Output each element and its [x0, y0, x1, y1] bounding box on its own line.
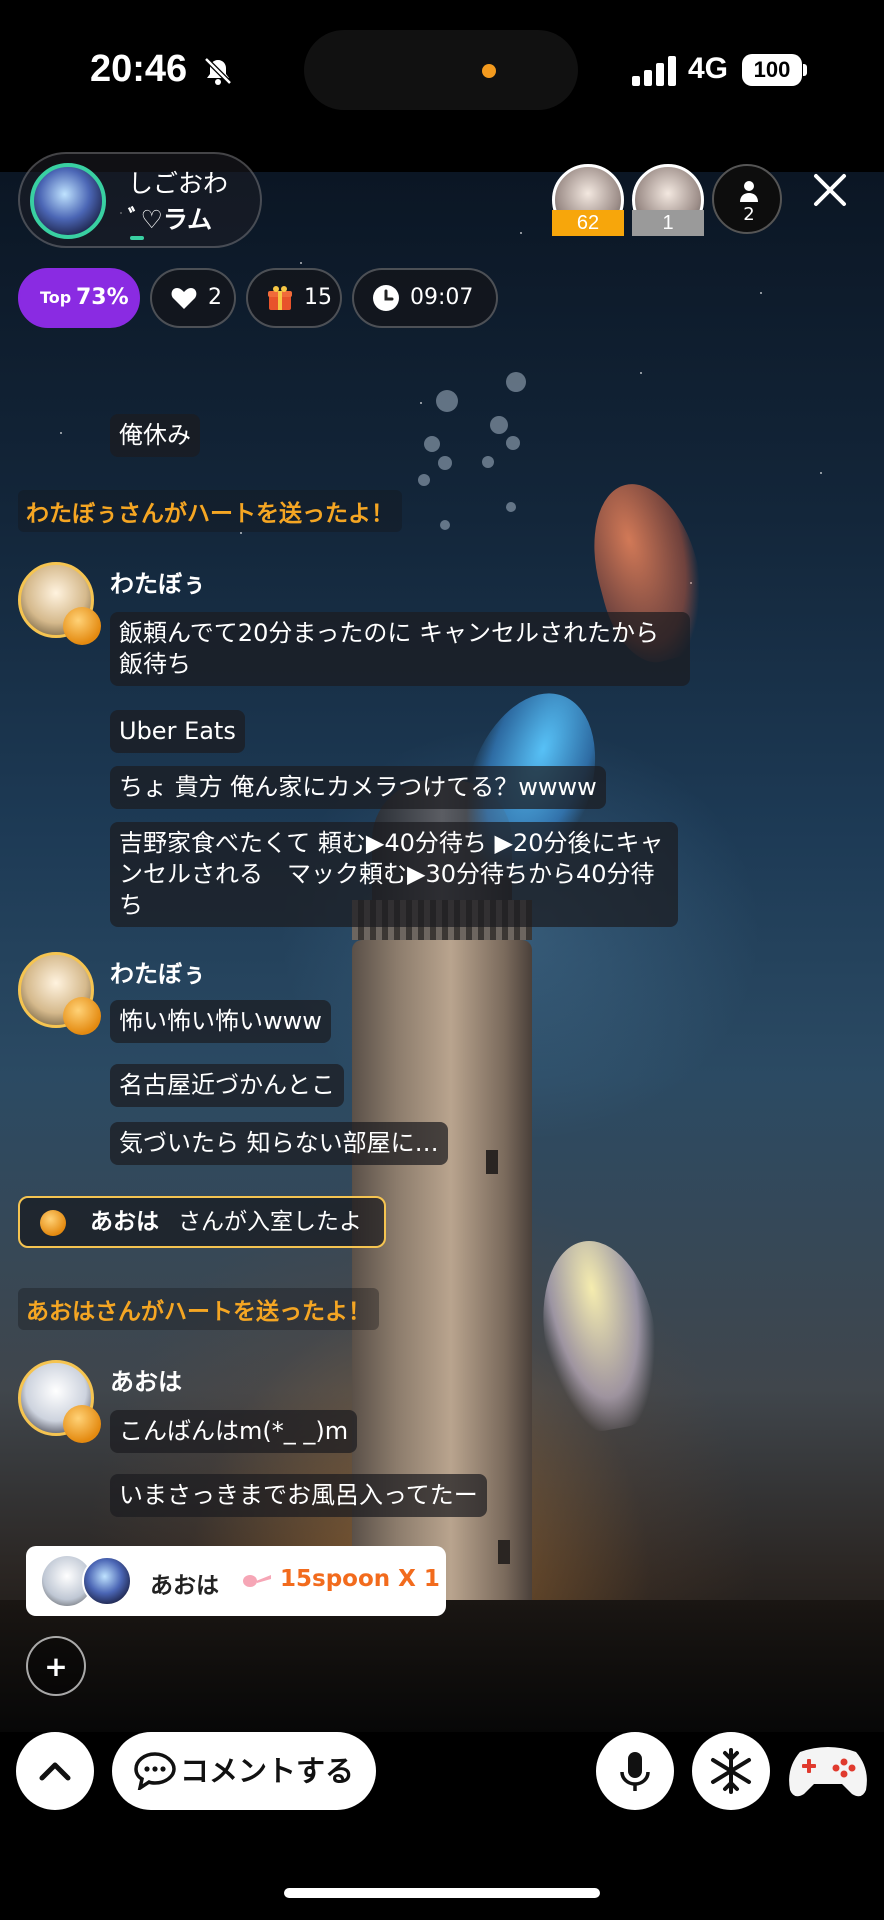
lighthouse-window	[498, 1540, 510, 1564]
top-listener-badge-2: 1	[632, 210, 704, 236]
add-button[interactable]: +	[26, 1636, 86, 1696]
heart-count: 2	[208, 285, 222, 310]
expand-button[interactable]	[16, 1732, 94, 1810]
chat-message: いまさっきまでお風呂入ってたー	[110, 1474, 487, 1517]
join-username[interactable]: あおは	[90, 1198, 159, 1246]
clock: 20:46	[90, 48, 188, 90]
battery-icon: 100	[742, 54, 802, 86]
game-controller-icon[interactable]	[786, 1738, 870, 1804]
comment-button[interactable]: コメントする	[112, 1732, 376, 1810]
listener-count-button[interactable]: 2	[712, 164, 782, 234]
gift-icon	[268, 286, 292, 310]
bubble	[424, 436, 440, 452]
bubble	[440, 520, 450, 530]
join-text: さんが入室したよ	[178, 1209, 362, 1235]
microphone-icon	[620, 1752, 650, 1791]
gift-notice-card: あおは 15spoon X 1	[26, 1546, 446, 1616]
chat-avatar[interactable]	[18, 952, 101, 1035]
star	[60, 432, 62, 434]
bubble	[438, 456, 452, 470]
chat-message: 飯頼んでて20分まったのに キャンセルされたから飯待ち	[110, 612, 690, 686]
star	[640, 372, 642, 374]
status-bar: 20:46 4G 100	[0, 0, 884, 172]
snowflake-icon	[711, 1748, 751, 1794]
medal-icon	[40, 1210, 66, 1236]
camera-indicator	[482, 64, 496, 78]
bubble	[482, 456, 494, 468]
chat-message: 名古屋近づかんとこ	[110, 1064, 344, 1107]
join-notice: あおは さんが入室したよ	[18, 1196, 386, 1248]
top-rank-label: Top	[40, 288, 72, 307]
chat-message: Uber Eats	[110, 710, 245, 753]
home-indicator[interactable]	[284, 1888, 600, 1898]
chat-message: ちょ 貴方 俺ん家にカメラつけてる？wwww	[110, 766, 606, 809]
system-heart-notice: あおはさんがハートを送ったよ！	[18, 1288, 379, 1330]
top-listener-badge-1: 62	[552, 210, 624, 236]
gift-sender-name: あおは	[150, 1573, 219, 1599]
star	[300, 262, 302, 264]
gift-amount: 15spoon X 1	[280, 1566, 440, 1592]
listener-count: 2	[743, 204, 755, 225]
chat-avatar[interactable]	[18, 562, 101, 645]
receiver-avatar	[82, 1556, 132, 1606]
chat-bubble-icon	[134, 1752, 176, 1790]
top-rank-pill[interactable]: Top 73%	[18, 268, 140, 328]
chat-message: 気づいたら 知らない部屋に…	[110, 1122, 448, 1165]
lighthouse-window	[486, 1150, 498, 1174]
chat-avatar[interactable]	[18, 1360, 101, 1443]
elapsed-time: 09:07	[410, 285, 474, 310]
live-room-screen: 20:46 4G 100 しごおわ ﾞ♡ラム 62 1 2 Top 73% 2 …	[0, 0, 884, 1920]
chat-message: 俺休み	[110, 414, 200, 457]
top-rank-value: 73%	[76, 285, 129, 310]
chat-username[interactable]: わたぼぅ	[110, 564, 206, 599]
host-avatar[interactable]	[30, 163, 106, 239]
host-name: しごおわ	[128, 169, 229, 198]
medal-icon	[63, 997, 101, 1035]
mic-button[interactable]	[596, 1732, 674, 1810]
bubble	[436, 390, 458, 412]
bubble	[506, 372, 526, 392]
chat-message: こんばんはm(*_ _)m	[110, 1410, 358, 1453]
host-subtitle: ﾞ♡ラム	[128, 205, 213, 234]
star	[820, 472, 822, 474]
host-level-bar	[130, 236, 144, 240]
chevron-up-icon	[39, 1762, 71, 1781]
network-type: 4G	[688, 52, 729, 85]
person-icon	[740, 181, 758, 202]
system-heart-notice: わたぼぅさんがハートを送ったよ！	[18, 490, 402, 532]
heart-count-pill[interactable]: 2	[150, 268, 236, 328]
bell-mute-icon	[204, 57, 232, 85]
bubble	[490, 416, 508, 434]
heart-icon	[171, 288, 197, 309]
host-profile-card[interactable]: しごおわ ﾞ♡ラム	[18, 152, 262, 248]
effects-button[interactable]	[692, 1732, 770, 1810]
medal-icon	[63, 1405, 101, 1443]
ground-silhouette	[0, 1600, 884, 1732]
medal-icon	[63, 607, 101, 645]
bubble	[418, 474, 430, 486]
chat-message: 吉野家食べたくて 頼む▶40分待ち ▶20分後にキャンセルされる マック頼む▶3…	[110, 822, 678, 927]
chat-message: 怖い怖い怖いwww	[110, 1000, 331, 1043]
spoon-icon	[243, 1575, 271, 1587]
elapsed-time-pill[interactable]: 09:07	[352, 268, 498, 328]
dynamic-island	[304, 30, 578, 110]
plus-icon: +	[44, 1650, 68, 1683]
star	[240, 532, 242, 534]
battery-tip	[803, 64, 807, 76]
gift-count-pill[interactable]: 15	[246, 268, 342, 328]
bubble	[506, 502, 516, 512]
signal-icon	[632, 56, 676, 86]
chat-username[interactable]: あおは	[110, 1362, 182, 1397]
star	[420, 402, 422, 404]
bubble	[506, 436, 520, 450]
gift-count: 15	[304, 285, 332, 310]
clock-icon	[373, 285, 399, 311]
chat-username[interactable]: わたぼぅ	[110, 954, 206, 989]
star	[520, 232, 522, 234]
comment-label: コメントする	[180, 1754, 355, 1788]
star	[760, 292, 762, 294]
close-icon[interactable]	[808, 168, 852, 212]
